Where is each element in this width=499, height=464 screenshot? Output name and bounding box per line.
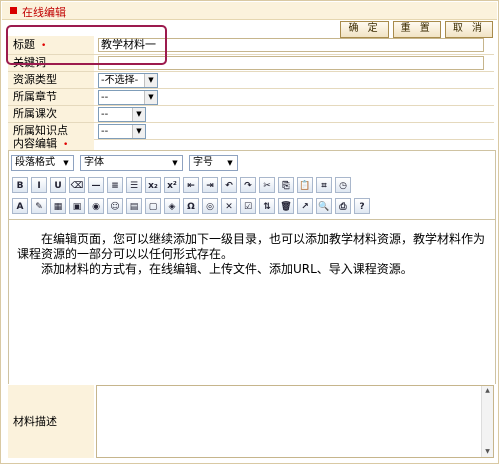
undo-icon[interactable]: ↶ <box>221 177 237 193</box>
paragraph-format-select[interactable]: 段落格式 ▼ <box>11 155 74 171</box>
time-icon[interactable]: ◷ <box>335 177 351 193</box>
cut-icon[interactable]: ✂ <box>259 177 275 193</box>
delete-icon[interactable]: 🗑 <box>278 198 294 214</box>
content-row: 内容编辑 • <box>8 138 494 150</box>
highlight-icon[interactable]: ✎ <box>31 198 47 214</box>
editor-toolbar-row-2: A ✎ ▦ ▣ ◉ ☺ ▤ ▢ ◈ Ω ◎ ✕ ☑ ⇅ 🗑 ↗ 🔍 ⎙? <box>12 198 370 214</box>
chevron-down-icon: ▼ <box>144 74 157 87</box>
link-icon[interactable]: ◈ <box>164 198 180 214</box>
description-label: 材料描述 <box>8 385 94 458</box>
list-icon[interactable]: ☰ <box>126 177 142 193</box>
content-label: 内容编辑 • <box>8 138 94 150</box>
help-icon[interactable]: ? <box>354 198 370 214</box>
chevron-down-icon: ▼ <box>172 159 178 167</box>
print-icon[interactable]: ⎙ <box>335 198 351 214</box>
align-icon[interactable]: ≡ <box>107 177 123 193</box>
subscript-icon[interactable]: x₂ <box>145 177 161 193</box>
flash-icon[interactable]: ▤ <box>126 198 142 214</box>
chevron-down-icon: ▼ <box>144 91 157 104</box>
font-select[interactable]: 字体 ▼ <box>80 155 183 171</box>
preview-icon[interactable]: 🔍 <box>316 198 332 214</box>
media-icon[interactable]: ◉ <box>88 198 104 214</box>
panel-header: 在线编辑 <box>2 2 497 20</box>
resource-type-label: 资源类型 <box>8 72 94 88</box>
special-char-icon[interactable]: Ω <box>183 198 199 214</box>
superscript-icon[interactable]: x² <box>164 177 180 193</box>
bold-icon[interactable]: B <box>12 177 28 193</box>
chapter-row: 所属章节 -- ▼ <box>8 89 494 106</box>
font-size-select[interactable]: 字号 ▼ <box>189 155 238 171</box>
chapter-label: 所属章节 <box>8 89 94 105</box>
description-textarea[interactable]: ▲ ▼ <box>96 385 494 458</box>
required-mark: • <box>63 140 69 150</box>
scroll-up-icon[interactable]: ▲ <box>482 386 493 396</box>
editor-toolbar-row-1: B I U ⌫ — ≡ ☰ x₂ x² ⇤ ⇥ ↶ ↷ ✂ ⎘ 📋 ⌗ ◷ <box>12 177 351 193</box>
chevron-down-icon: ▼ <box>63 159 69 167</box>
image-icon[interactable]: ▣ <box>69 198 85 214</box>
emoticon-icon[interactable]: ☺ <box>107 198 123 214</box>
rich-text-editor: 段落格式 ▼ 字体 ▼ 字号 ▼ B I U ⌫ — ≡ ☰ x₂ x² ⇤ ⇥ ↶ ↷ ✂ ⎘ 📋 ⌗ ◷ A ✎ ▦ ▣ ◉… <box>8 150 496 384</box>
indent-icon[interactable]: ⇥ <box>202 177 218 193</box>
redo-icon[interactable]: ↷ <box>240 177 256 193</box>
anchor-icon[interactable]: ◎ <box>202 198 218 214</box>
title-highlight-box <box>6 25 167 65</box>
export-icon[interactable]: ↗ <box>297 198 313 214</box>
underline-icon[interactable]: U <box>50 177 66 193</box>
scrollbar[interactable]: ▲ ▼ <box>481 386 493 457</box>
paste-word-icon[interactable]: ⌗ <box>316 177 332 193</box>
lesson-row: 所属课次 -- ▼ <box>8 106 494 123</box>
hr-icon[interactable]: — <box>88 177 104 193</box>
chevron-down-icon: ▼ <box>132 108 145 121</box>
chapter-select[interactable]: -- ▼ <box>98 90 158 105</box>
outdent-icon[interactable]: ⇤ <box>183 177 199 193</box>
lesson-label: 所属课次 <box>8 106 94 122</box>
frame-icon[interactable]: ▢ <box>145 198 161 214</box>
panel-title: 在线编辑 <box>22 6 66 19</box>
scroll-down-icon[interactable]: ▼ <box>482 447 493 457</box>
content-paragraph: 添加材料的方式有，在线编辑、上传文件、添加URL、导入课程资源。 <box>41 262 413 276</box>
paste-icon[interactable]: 📋 <box>297 177 313 193</box>
eraser-icon[interactable]: ⌫ <box>69 177 85 193</box>
table-icon[interactable]: ▦ <box>50 198 66 214</box>
content-paragraph: 在编辑页面，您可以继续添加下一级目录，也可以添加教学材料资源，教学材料作为课程资… <box>17 232 486 261</box>
chevron-down-icon: ▼ <box>227 159 233 167</box>
lesson-select[interactable]: -- ▼ <box>98 107 146 122</box>
font-color-icon[interactable]: A <box>12 198 28 214</box>
knowledge-select[interactable]: -- ▼ <box>98 124 146 139</box>
sort-icon[interactable]: ⇅ <box>259 198 275 214</box>
chevron-down-icon: ▼ <box>132 125 145 138</box>
checkbox-icon[interactable]: ☑ <box>240 198 256 214</box>
resource-type-row: 资源类型 -不选择- ▼ <box>8 72 494 89</box>
editor-content-area[interactable]: 在编辑页面，您可以继续添加下一级目录，也可以添加教学材料资源，教学材料作为课程资… <box>9 219 495 384</box>
format-dropdowns: 段落格式 ▼ 字体 ▼ 字号 ▼ <box>9 155 238 171</box>
italic-icon[interactable]: I <box>31 177 47 193</box>
resource-type-select[interactable]: -不选择- ▼ <box>98 73 158 88</box>
header-bullet-icon <box>10 7 17 14</box>
copy-icon[interactable]: ⎘ <box>278 177 294 193</box>
unlink-icon[interactable]: ✕ <box>221 198 237 214</box>
